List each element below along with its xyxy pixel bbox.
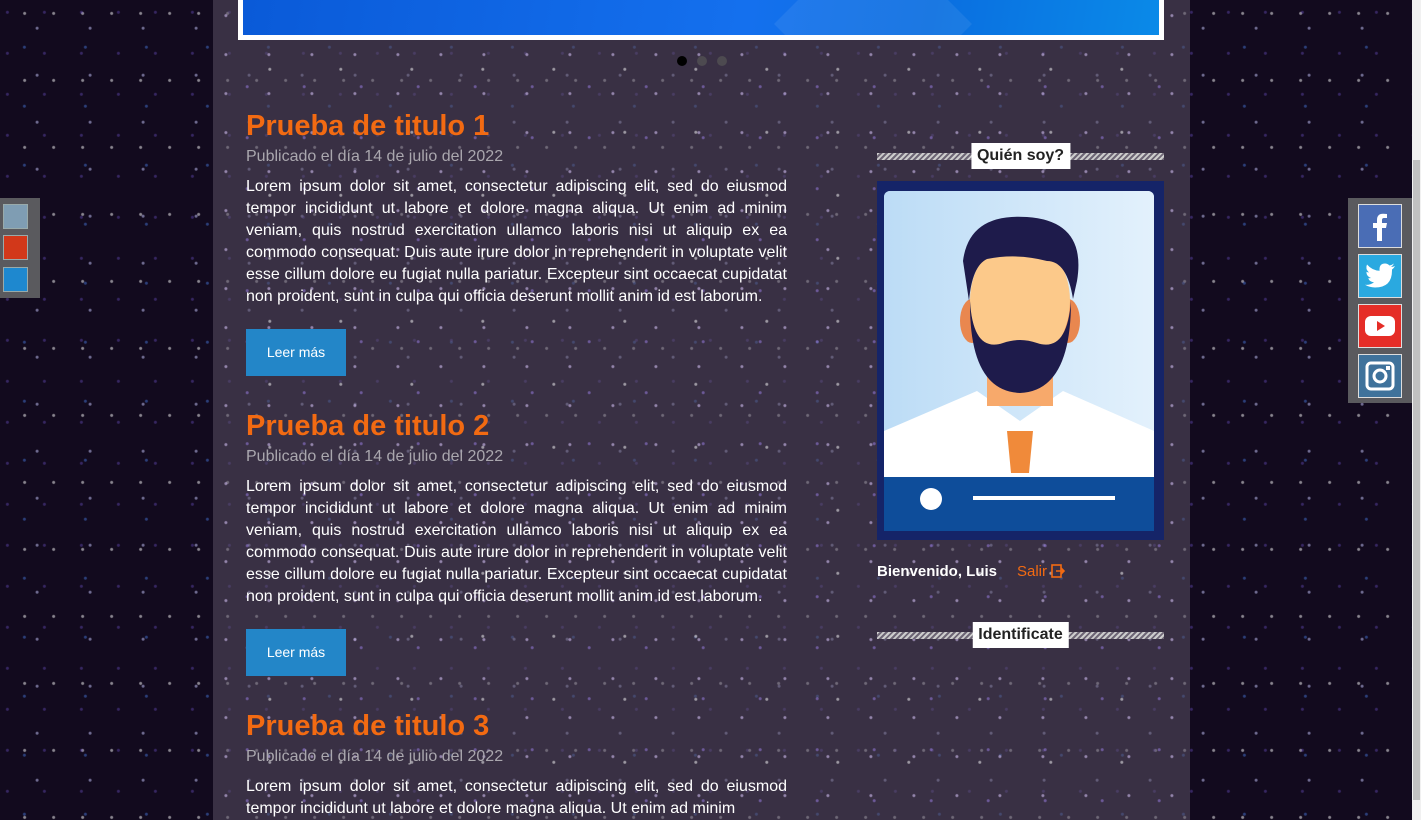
post-excerpt: Lorem ipsum dolor sit amet, consectetur … [246,478,787,605]
blog-post: Prueba de titulo 1 Publicado el día 14 d… [246,110,787,376]
youtube-icon[interactable] [1358,304,1402,348]
theme-swatch-red[interactable] [3,235,28,260]
page-scrollbar[interactable] [1412,0,1421,820]
blog-post: Prueba de titulo 2 Publicado el día 14 d… [246,410,787,676]
about-title: Quién soy? [970,143,1071,169]
post-date: Publicado el día 14 de julio del 2022 [246,748,504,765]
profile-avatar [877,181,1164,540]
about-widget-title: Quién soy? [877,143,1164,169]
facebook-icon[interactable] [1358,204,1402,248]
logout-label: Salir [1017,563,1048,580]
slider-banner[interactable] [238,0,1164,40]
twitter-icon[interactable] [1358,254,1402,298]
post-date: Publicado el día 14 de julio del 2022 [246,448,504,465]
slider-dot-3[interactable] [717,56,727,66]
post-title[interactable]: Prueba de titulo 1 [246,110,787,142]
welcome-text: Bienvenido, Luis [877,563,998,580]
social-panel [1348,198,1412,403]
theme-switcher [0,198,40,298]
blog-post: Prueba de titulo 3 Publicado el día 14 d… [246,710,787,820]
slider-image [243,0,1159,35]
login-widget-title: Identificate [877,622,1164,648]
logout-link[interactable]: Salir [1017,563,1066,580]
instagram-icon[interactable] [1358,354,1402,398]
post-excerpt: Lorem ipsum dolor sit amet, consectetur … [246,178,787,305]
theme-swatch-gray[interactable] [3,204,28,229]
slider-dot-1[interactable] [677,56,687,66]
read-more-button[interactable]: Leer más [246,329,346,376]
post-excerpt: Lorem ipsum dolor sit amet, consectetur … [246,778,787,817]
read-more-button[interactable]: Leer más [246,629,346,676]
logout-icon [1051,564,1066,578]
post-date: Publicado el día 14 de julio del 2022 [246,148,504,165]
slider-dots [677,56,727,66]
scrollbar-thumb[interactable] [1413,160,1420,800]
post-title[interactable]: Prueba de titulo 2 [246,410,787,442]
post-title[interactable]: Prueba de titulo 3 [246,710,787,742]
slider-dot-2[interactable] [697,56,707,66]
login-title: Identificate [972,622,1069,648]
theme-swatch-blue[interactable] [3,267,28,292]
